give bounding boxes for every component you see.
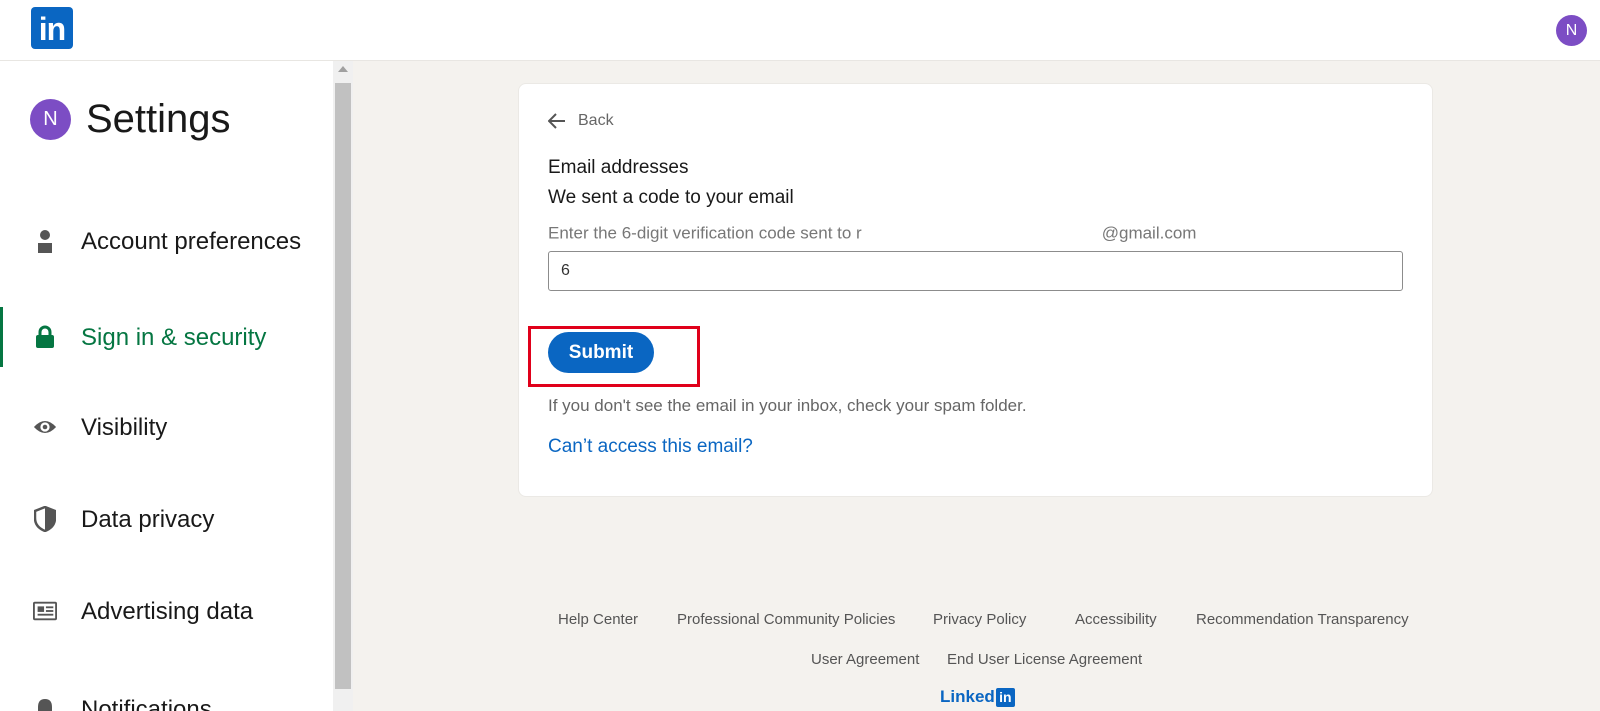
sidebar-item-data-privacy[interactable]: Data privacy (0, 489, 333, 549)
sidebar-item-label: Account preferences (81, 227, 302, 255)
footer-brand-text: Linked (940, 687, 995, 706)
footer-link-privacy-policy[interactable]: Privacy Policy (933, 611, 1026, 628)
footer-brand-box: in (995, 687, 1015, 707)
linkedin-logo[interactable]: in (31, 7, 73, 49)
back-label: Back (578, 112, 614, 129)
footer-link-help-center[interactable]: Help Center (558, 611, 638, 628)
footer-linkedin-logo: Linked in (940, 687, 1015, 707)
settings-header: N Settings (30, 97, 231, 142)
bell-icon (33, 697, 57, 711)
scroll-up-icon[interactable] (338, 66, 348, 72)
sidebar-item-label: Data privacy (81, 505, 215, 533)
page-title: Settings (86, 97, 231, 141)
avatar: N (30, 99, 71, 140)
submit-button[interactable]: Submit (548, 332, 654, 373)
sidebar-item-advertising-data[interactable]: Advertising data (0, 581, 333, 641)
sidebar-item-label: Notifications (81, 695, 212, 711)
person-icon (33, 229, 57, 253)
sidebar-item-label: Visibility (81, 413, 168, 441)
footer-link-accessibility[interactable]: Accessibility (1075, 611, 1157, 628)
sidebar-item-sign-in-security[interactable]: Sign in & security (0, 307, 333, 367)
spam-note: If you don't see the email in your inbox… (548, 396, 1027, 415)
card-heading: We sent a code to your email (548, 187, 794, 208)
sidebar-item-label: Sign in & security (81, 323, 267, 351)
instructions-prefix: Enter the 6-digit verification code sent… (548, 223, 862, 243)
redacted-email (861, 221, 1102, 247)
settings-sidebar: N Settings Account preferences Sign in &… (0, 61, 333, 711)
eye-icon (33, 415, 57, 439)
sidebar-item-label: Advertising data (81, 597, 254, 625)
sidebar-item-account-preferences[interactable]: Account preferences (0, 201, 333, 281)
lock-icon (33, 325, 57, 349)
arrow-left-icon (548, 113, 565, 129)
sidebar-scrollbar[interactable] (333, 61, 353, 711)
footer-link-eula[interactable]: End User License Agreement (947, 651, 1142, 668)
instructions-suffix: @gmail.com (1101, 223, 1197, 243)
scrollbar-thumb[interactable] (335, 83, 351, 689)
instructions-text: Enter the 6-digit verification code sent… (548, 221, 1196, 247)
sidebar-item-visibility[interactable]: Visibility (0, 397, 333, 457)
verification-code-input[interactable] (548, 251, 1403, 291)
verification-card: Back Email addresses We sent a code to y… (518, 83, 1433, 497)
cant-access-email-link[interactable]: Can’t access this email? (548, 436, 753, 458)
back-button[interactable]: Back (548, 112, 614, 130)
shield-icon (33, 506, 57, 532)
footer-link-user-agreement[interactable]: User Agreement (811, 651, 919, 668)
top-navbar: in N (0, 0, 1600, 61)
section-label: Email addresses (548, 157, 689, 178)
newspaper-icon (33, 599, 57, 623)
sidebar-item-notifications[interactable]: Notifications (0, 679, 333, 711)
footer-link-recommendation-transparency[interactable]: Recommendation Transparency (1196, 611, 1409, 628)
footer-link-community-policies[interactable]: Professional Community Policies (677, 611, 895, 628)
profile-avatar[interactable]: N (1556, 15, 1587, 46)
